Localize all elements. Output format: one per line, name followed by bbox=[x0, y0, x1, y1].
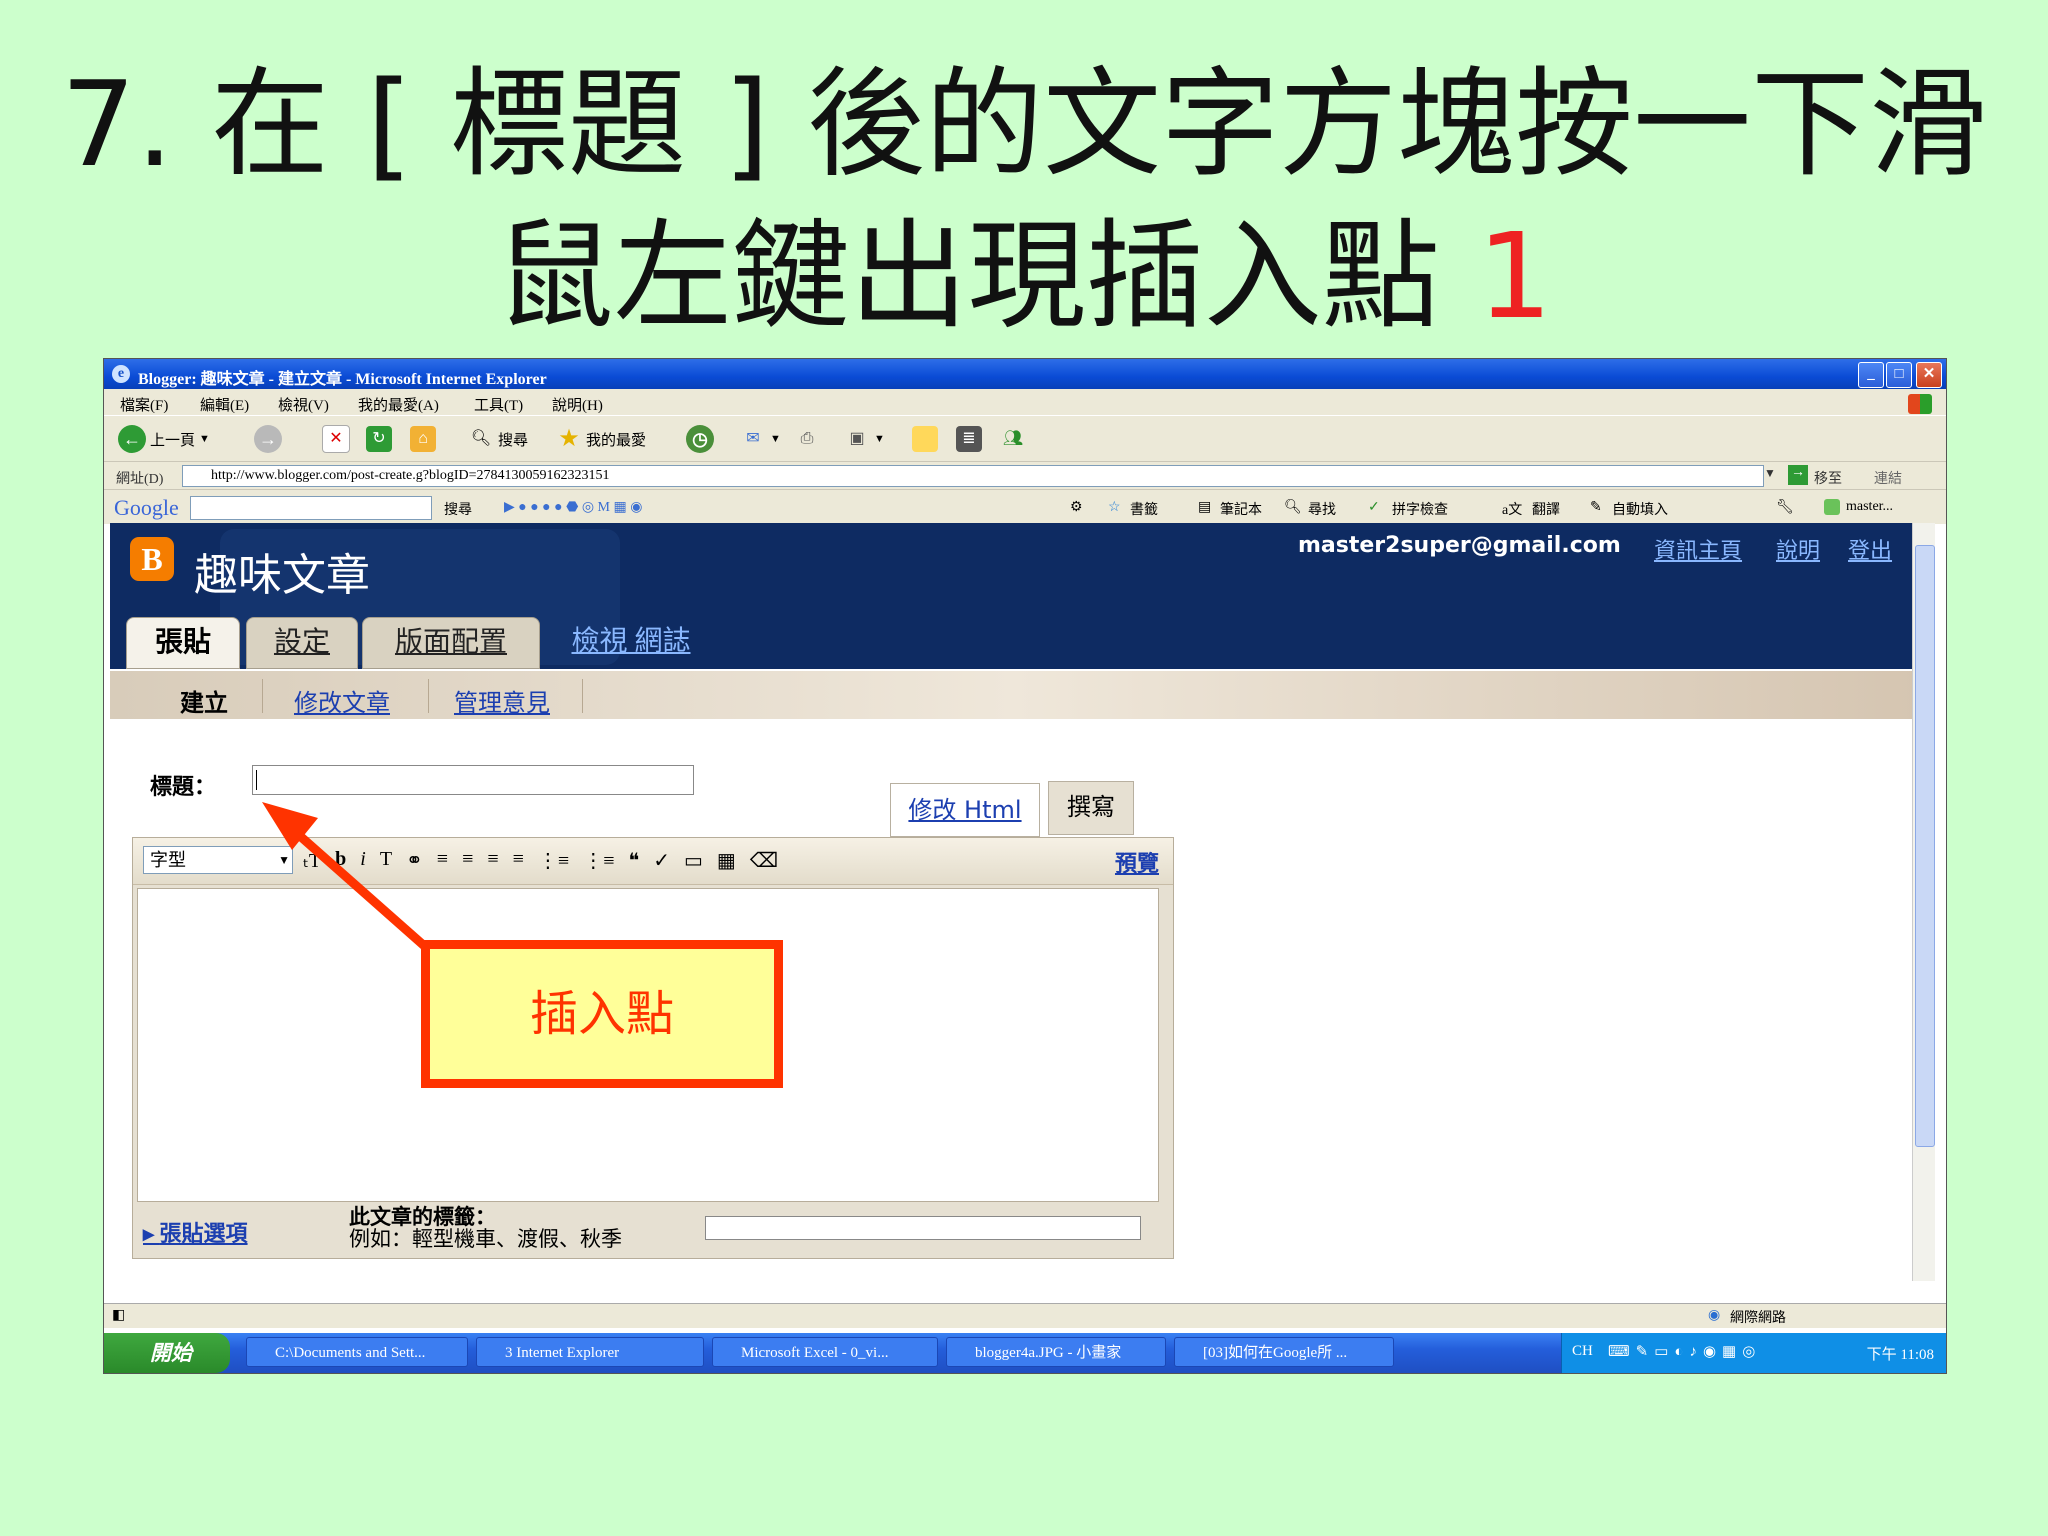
callout-arrow bbox=[262, 802, 441, 962]
insertion-point-callout: 插入點 bbox=[421, 940, 783, 1088]
